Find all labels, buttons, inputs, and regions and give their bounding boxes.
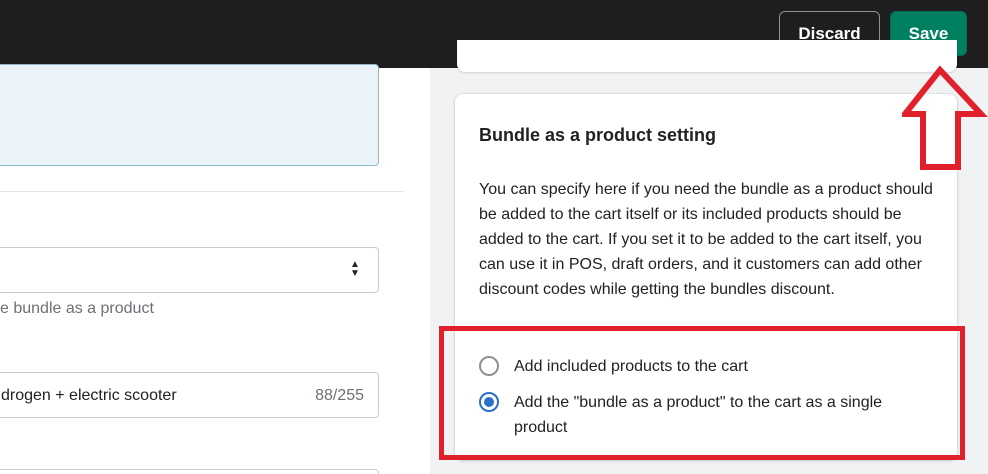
card-description: You can specify here if you need the bun…: [479, 181, 933, 298]
select-help-text: e bundle as a product: [0, 300, 154, 317]
character-count: 88/255: [315, 387, 364, 404]
description-textarea[interactable]: [0, 64, 379, 166]
product-title-value: drogen + electric scooter: [1, 387, 177, 404]
product-title-input[interactable]: drogen + electric scooter 88/255: [0, 372, 379, 418]
annotation-highlight-box: [439, 326, 965, 460]
card-title: Bundle as a product setting: [479, 125, 717, 145]
left-form-card: ▲ ▼ e bundle as a product drogen + electr…: [0, 64, 430, 474]
annotation-up-arrow-icon: [902, 66, 988, 170]
select-arrows-icon: ▲ ▼: [350, 259, 360, 279]
next-field[interactable]: [0, 469, 379, 474]
section-divider: [0, 191, 404, 192]
bundle-type-select[interactable]: ▲ ▼: [0, 247, 379, 293]
previous-card-bottom: [457, 40, 957, 72]
